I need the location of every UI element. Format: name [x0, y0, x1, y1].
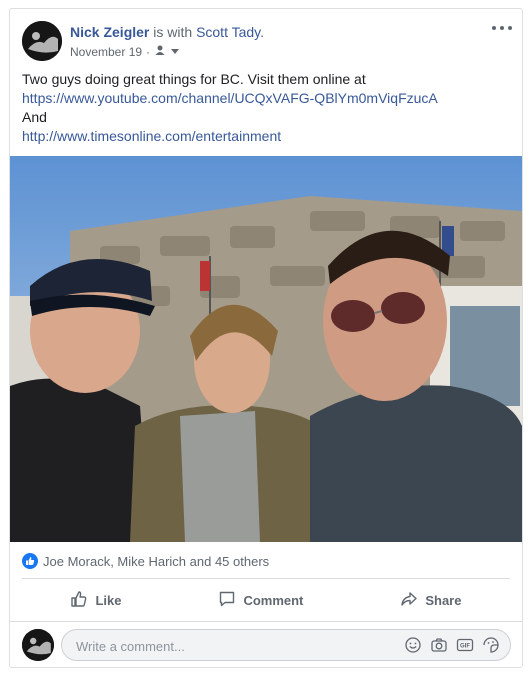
post-text-line: Two guys doing great things for BC. Visi…	[22, 71, 366, 87]
camera-icon[interactable]	[430, 636, 448, 654]
author-avatar[interactable]	[22, 21, 62, 61]
post-date[interactable]: November 19	[70, 45, 142, 59]
comment-box: GIF	[61, 629, 511, 662]
with-text: is with	[149, 24, 197, 40]
like-button[interactable]: Like	[56, 584, 135, 617]
sticker-icon[interactable]	[482, 636, 500, 654]
comment-button[interactable]: Comment	[204, 584, 317, 617]
reactions-summary[interactable]: Joe Morack, Mike Harich and 45 others	[22, 553, 269, 569]
comment-label: Comment	[243, 592, 304, 608]
post-header: Nick Zeigler is with Scott Tady.	[70, 24, 264, 40]
audience-friends-icon[interactable]	[154, 44, 166, 59]
gif-icon[interactable]: GIF	[456, 636, 474, 654]
svg-text:GIF: GIF	[460, 644, 470, 650]
post-actions: Like Comment Share	[22, 583, 510, 617]
divider	[10, 621, 522, 622]
comment-bubble-icon	[218, 590, 236, 611]
author-name-link[interactable]: Nick Zeigler	[70, 24, 149, 40]
dropdown-caret-icon[interactable]	[170, 45, 180, 59]
post-card: Nick Zeigler is with Scott Tady. Novembe…	[9, 8, 523, 668]
reactions-text: Joe Morack, Mike Harich and 45 others	[43, 553, 270, 569]
like-label: Like	[95, 592, 122, 608]
post-meta: November 19 ·	[70, 44, 180, 59]
tagged-user-link[interactable]: Scott Tady	[196, 24, 260, 40]
youtube-link[interactable]: https://www.youtube.com/channel/UCQxVAFG…	[22, 89, 517, 108]
post-photo[interactable]	[10, 156, 522, 542]
share-arrow-icon	[400, 590, 418, 611]
divider	[22, 578, 510, 579]
current-user-avatar[interactable]	[22, 629, 54, 661]
post-text-line: And	[22, 109, 47, 125]
meta-separator: ·	[146, 44, 151, 59]
post-text: Two guys doing great things for BC. Visi…	[22, 70, 517, 146]
share-button[interactable]: Share	[386, 584, 475, 617]
timesonline-link[interactable]: http://www.timesonline.com/entertainment	[22, 127, 517, 146]
comment-tools: GIF	[404, 636, 500, 654]
like-thumb-icon	[70, 590, 88, 611]
emoji-icon[interactable]	[404, 636, 422, 654]
like-reaction-icon	[22, 553, 38, 569]
share-label: Share	[425, 592, 462, 608]
comment-input[interactable]	[74, 630, 378, 662]
more-options-icon[interactable]	[492, 21, 512, 35]
tag-suffix: .	[260, 24, 265, 40]
